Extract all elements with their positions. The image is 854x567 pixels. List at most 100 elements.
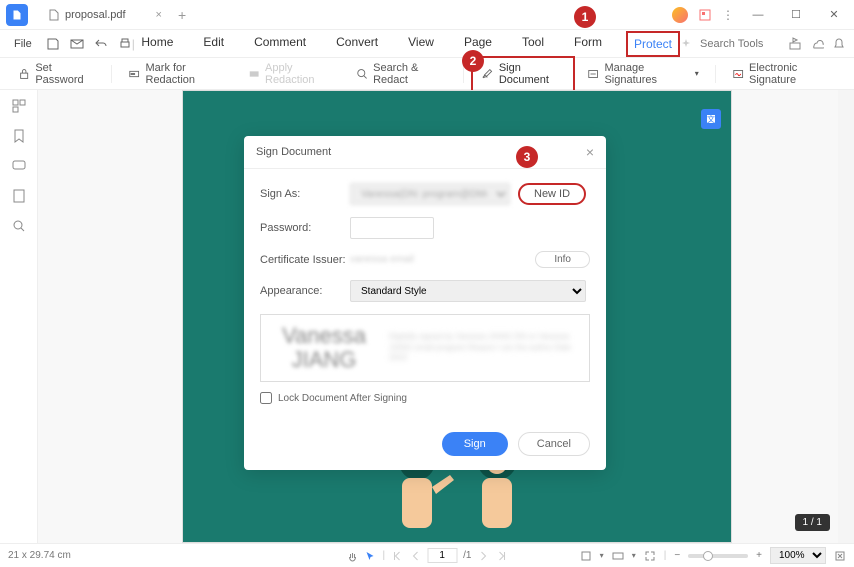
- new-tab-button[interactable]: +: [178, 7, 186, 23]
- lock-document-checkbox[interactable]: Lock Document After Signing: [260, 392, 590, 404]
- chevron-down-icon: ▾: [695, 69, 699, 78]
- cert-issuer-value: vanessa email: [350, 254, 414, 265]
- electronic-signature-button[interactable]: Electronic Signature: [724, 58, 844, 90]
- close-dialog-button[interactable]: ×: [586, 144, 594, 160]
- tab-label: proposal.pdf: [65, 9, 126, 21]
- page-dimensions: 21 x 29.74 cm: [8, 550, 71, 561]
- avatar[interactable]: [672, 7, 688, 23]
- menu-edit[interactable]: Edit: [197, 31, 230, 57]
- page-total: /1: [463, 550, 471, 561]
- lock-checkbox-input[interactable]: [260, 392, 272, 404]
- hand-tool-icon[interactable]: [347, 550, 359, 562]
- search-redact-button[interactable]: Search & Redact: [348, 58, 455, 90]
- sig-preview-name: Vanessa JIANG: [269, 324, 379, 372]
- zoom-in-button[interactable]: +: [756, 550, 762, 561]
- annotation-badge-1: 1: [574, 6, 596, 28]
- print-icon[interactable]: [118, 37, 132, 51]
- sign-button[interactable]: Sign: [442, 432, 508, 456]
- more-icon[interactable]: ⋮: [722, 8, 734, 22]
- menu-home[interactable]: Home: [135, 31, 179, 57]
- appearance-label: Appearance:: [260, 285, 350, 297]
- menubar: File | Home Edit Comment Convert View Pa…: [0, 30, 854, 58]
- new-id-button[interactable]: New ID: [518, 183, 586, 205]
- undo-icon[interactable]: [94, 37, 108, 51]
- fullscreen-icon[interactable]: [644, 550, 656, 562]
- sign-as-label: Sign As:: [260, 188, 350, 200]
- menu-protect[interactable]: Protect: [626, 31, 680, 57]
- svg-text:文: 文: [707, 114, 715, 124]
- esig-icon: [732, 67, 744, 81]
- sign-icon: [481, 67, 493, 81]
- view-mode-icon[interactable]: [580, 550, 592, 562]
- sparkle-icon: [680, 38, 692, 50]
- menu-comment[interactable]: Comment: [248, 31, 312, 57]
- menu-tool[interactable]: Tool: [516, 31, 550, 57]
- signature-preview: Vanessa JIANG Digitally signed by Vaness…: [260, 314, 590, 382]
- bookmarks-icon[interactable]: [11, 128, 27, 144]
- cancel-button[interactable]: Cancel: [518, 432, 590, 456]
- lock-checkbox-label: Lock Document After Signing: [278, 393, 407, 404]
- menu-convert[interactable]: Convert: [330, 31, 384, 57]
- zoom-slider[interactable]: [688, 554, 748, 558]
- set-password-button[interactable]: Set Password: [10, 58, 103, 90]
- thumbnails-icon[interactable]: [11, 98, 27, 114]
- comments-icon[interactable]: [11, 158, 27, 174]
- sign-document-dialog: Sign Document × Sign As: Vanessa(DN: pro…: [244, 136, 606, 470]
- manage-icon: [587, 67, 599, 81]
- chevron-down-icon[interactable]: ▾: [632, 551, 636, 560]
- page-indicator: 1 / 1: [795, 514, 830, 531]
- protect-toolbar: Set Password Mark for Redaction Apply Re…: [0, 58, 854, 90]
- password-input[interactable]: [350, 217, 434, 239]
- reading-mode-icon[interactable]: [612, 550, 624, 562]
- cloud-icon[interactable]: [810, 37, 824, 51]
- sig-preview-details: Digitally signed by Vanessa JIANG DN cn …: [389, 332, 581, 363]
- dialog-header: Sign Document ×: [244, 136, 606, 169]
- close-window-button[interactable]: ✕: [820, 5, 848, 25]
- sign-document-button[interactable]: Sign Document: [471, 56, 575, 92]
- sign-as-select[interactable]: Vanessa(DN: program@DMcom): [350, 183, 510, 205]
- appearance-select[interactable]: Standard Style: [350, 280, 586, 302]
- app-icon: [6, 4, 28, 26]
- search-icon: [356, 67, 368, 81]
- maximize-button[interactable]: ☐: [782, 5, 810, 25]
- fit-page-icon[interactable]: [834, 550, 846, 562]
- file-menu[interactable]: File: [8, 36, 38, 52]
- mark-icon: [128, 67, 140, 81]
- mark-redaction-button[interactable]: Mark for Redaction: [120, 58, 236, 90]
- select-tool-icon[interactable]: [365, 550, 377, 562]
- save-icon[interactable]: [46, 37, 60, 51]
- tool-badge-icon[interactable]: 文: [701, 109, 721, 129]
- close-tab-icon[interactable]: ×: [156, 9, 162, 21]
- statusbar: 21 x 29.74 cm | /1 ▾ ▾ | − + 100%: [0, 543, 854, 567]
- annotation-badge-2: 2: [462, 50, 484, 72]
- page-number-input[interactable]: [427, 548, 457, 563]
- manage-signatures-button[interactable]: Manage Signatures ▾: [579, 58, 707, 90]
- next-page-icon[interactable]: [477, 550, 489, 562]
- password-label: Password:: [260, 222, 350, 234]
- first-page-icon[interactable]: [391, 550, 403, 562]
- last-page-icon[interactable]: [495, 550, 507, 562]
- zoom-select[interactable]: 100%: [770, 547, 826, 564]
- attachments-icon[interactable]: [11, 188, 27, 204]
- annotation-badge-3: 3: [516, 146, 538, 168]
- mail-icon[interactable]: [70, 37, 84, 51]
- bell-icon[interactable]: [832, 37, 846, 51]
- apply-redaction-button: Apply Redaction: [240, 58, 344, 90]
- file-tab[interactable]: proposal.pdf ×: [38, 5, 172, 25]
- apply-icon: [248, 67, 260, 81]
- dialog-title: Sign Document: [256, 146, 331, 158]
- chevron-down-icon[interactable]: ▾: [600, 551, 604, 560]
- info-button[interactable]: Info: [535, 251, 590, 268]
- zoom-out-button[interactable]: −: [674, 550, 680, 561]
- menu-form[interactable]: Form: [568, 31, 608, 57]
- search-input[interactable]: [700, 38, 780, 50]
- cert-issuer-label: Certificate Issuer:: [260, 254, 350, 266]
- extension-icon[interactable]: [698, 8, 712, 22]
- minimize-button[interactable]: —: [744, 5, 772, 25]
- search-panel-icon[interactable]: [11, 218, 27, 234]
- menu-view[interactable]: View: [402, 31, 440, 57]
- titlebar: proposal.pdf × + ⋮ — ☐ ✕: [0, 0, 854, 30]
- prev-page-icon[interactable]: [409, 550, 421, 562]
- left-sidebar: [0, 90, 38, 543]
- share-icon[interactable]: [788, 37, 802, 51]
